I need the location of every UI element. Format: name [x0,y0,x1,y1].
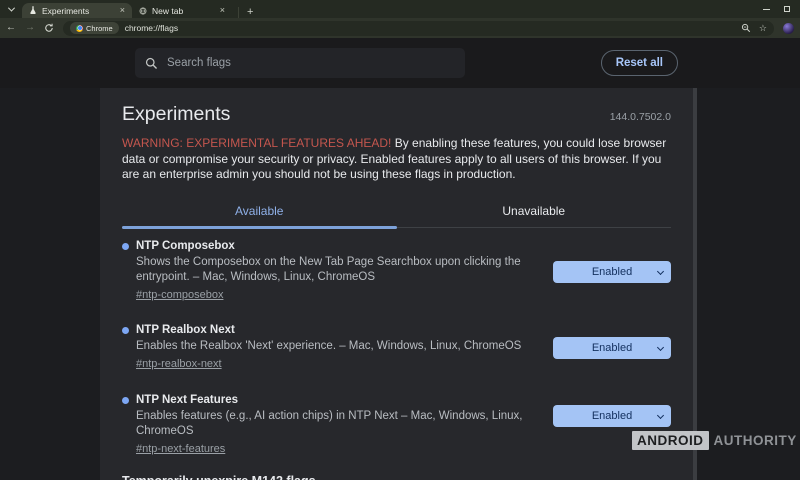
flag-value-dropdown[interactable]: Enabled [553,405,671,427]
search-icon [145,57,158,70]
flag-name: NTP Next Features [136,394,523,406]
window-controls [763,0,800,18]
zoom-icon[interactable] [741,23,751,33]
flag-row-ntp-composebox: NTP Composebox Shows the Composebox on t… [122,240,671,303]
search-input[interactable] [167,57,455,69]
active-tab-underline [122,226,397,229]
minimize-icon[interactable] [763,9,770,10]
flag-name: NTP Composebox [136,240,523,252]
flags-content-card: Experiments 144.0.7502.0 WARNING: EXPERI… [100,88,697,480]
flag-description: Shows the Composebox on the New Tab Page… [136,255,523,285]
tab-label: New tab [152,6,183,16]
profile-avatar[interactable] [783,23,794,34]
tab-new-tab[interactable]: New tab × [132,3,232,18]
close-icon[interactable]: × [220,6,225,15]
warning-text: WARNING: EXPERIMENTAL FEATURES AHEAD! By… [122,136,671,183]
tab-strip: Experiments × New tab × + [0,0,800,18]
chrome-badge[interactable]: Chrome [70,22,119,34]
flags-search-header: Reset all [0,38,800,88]
flag-value-dropdown[interactable]: Enabled [553,261,671,283]
close-icon[interactable]: × [120,6,125,15]
dropdown-value: Enabled [592,266,632,278]
dropdown-value: Enabled [592,410,632,422]
availability-tabs: Available Unavailable [122,196,671,228]
chevron-down-icon [657,411,664,418]
flag-description: Enables the Realbox 'Next' experience. –… [136,339,523,354]
flag-permalink[interactable]: #ntp-realbox-next [136,358,222,370]
chevron-down-icon [657,343,664,350]
chevron-down-icon [657,267,664,274]
bookmark-star-icon[interactable]: ☆ [759,24,767,33]
chevron-down-icon [7,4,14,11]
flag-row-ntp-next-features: NTP Next Features Enables features (e.g.… [122,394,671,457]
flag-bullet-icon [122,243,129,250]
flag-description: Enables features (e.g., AI action chips)… [136,409,523,439]
flag-name: NTP Realbox Next [136,324,523,336]
tab-unavailable[interactable]: Unavailable [397,196,672,227]
page-title: Experiments [122,103,230,126]
reset-all-button[interactable]: Reset all [601,50,678,76]
back-icon[interactable]: ← [6,23,16,33]
flags-page: Experiments 144.0.7502.0 WARNING: EXPERI… [0,88,800,480]
flag-row-ntp-realbox-next: NTP Realbox Next Enables the Realbox 'Ne… [122,324,671,372]
browser-toolbar: ← → Chrome chrome://flags ☆ [0,18,800,38]
url-text: chrome://flags [125,23,178,33]
flag-bullet-icon [122,327,129,334]
search-box[interactable] [135,48,465,78]
watermark-android: ANDROID [632,431,709,450]
android-authority-watermark: ANDROID AUTHORITY [632,431,797,450]
flag-value-dropdown[interactable]: Enabled [553,337,671,359]
address-bar[interactable]: Chrome chrome://flags ☆ [63,21,774,36]
globe-icon [139,7,147,15]
tab-search-button[interactable] [0,0,22,18]
chrome-version: 144.0.7502.0 [610,111,671,123]
watermark-authority: AUTHORITY [714,433,797,448]
unexpire-section-title: Temporarily unexpire M142 flags [122,474,671,480]
dropdown-value: Enabled [592,342,632,354]
flag-permalink[interactable]: #ntp-composebox [136,289,223,301]
flag-bullet-icon [122,397,129,404]
forward-icon: → [25,23,35,33]
reload-icon[interactable] [44,23,54,33]
new-tab-button[interactable]: + [238,7,253,18]
chrome-logo-icon [76,25,83,32]
warning-highlight: WARNING: EXPERIMENTAL FEATURES AHEAD! [122,136,391,150]
tab-experiments[interactable]: Experiments × [22,3,132,18]
chrome-badge-label: Chrome [86,24,113,33]
flag-permalink[interactable]: #ntp-next-features [136,443,225,455]
flask-icon [29,6,37,15]
tab-label: Experiments [42,6,89,16]
maximize-icon[interactable] [784,6,790,12]
tab-available[interactable]: Available [122,196,397,227]
